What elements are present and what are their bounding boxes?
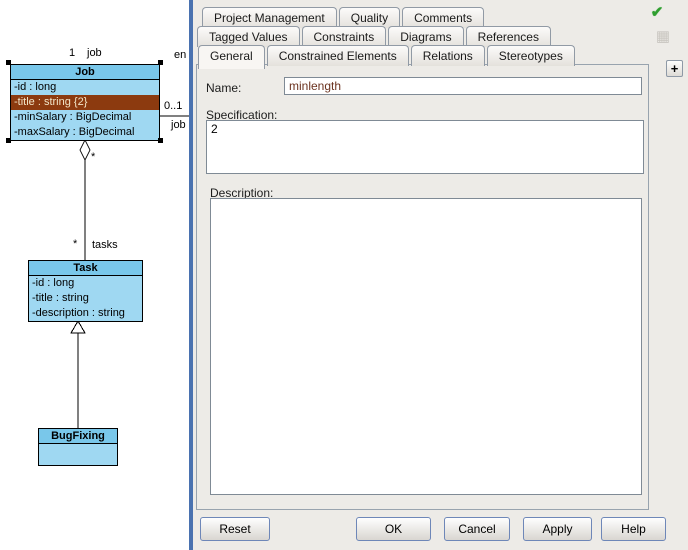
role-label[interactable]: job	[171, 119, 186, 131]
attribute-row[interactable]: -id : long	[11, 80, 159, 95]
selection-handle[interactable]	[6, 138, 11, 143]
selection-handle[interactable]	[158, 138, 163, 143]
tab-constrained-elements[interactable]: Constrained Elements	[267, 45, 409, 66]
validate-icon[interactable]: ✔	[648, 5, 666, 23]
role-label[interactable]: tasks	[92, 239, 118, 251]
bugfixing-class[interactable]: BugFixing	[38, 428, 118, 466]
tab-diagrams[interactable]: Diagrams	[388, 26, 463, 47]
tab-row-middle: Tagged Values Constraints Diagrams Refer…	[197, 26, 551, 47]
description-input[interactable]	[210, 198, 642, 495]
properties-panel: Project Management Quality Comments Tagg…	[193, 0, 688, 550]
tab-quality[interactable]: Quality	[339, 7, 400, 28]
reset-button[interactable]: Reset	[200, 517, 270, 541]
help-button[interactable]: Help	[601, 517, 666, 541]
attribute-row[interactable]: -description : string	[29, 306, 142, 321]
tab-project-management[interactable]: Project Management	[202, 7, 337, 28]
tab-tagged-values[interactable]: Tagged Values	[197, 26, 300, 47]
tab-row-top: Project Management Quality Comments	[202, 7, 484, 28]
attribute-row-selected[interactable]: -title : string {2}	[11, 95, 159, 110]
attribute-row[interactable]: -minSalary : BigDecimal	[11, 110, 159, 125]
name-label: Name:	[206, 81, 241, 95]
clipped-edge-label[interactable]: en	[174, 49, 186, 61]
add-button[interactable]: +	[666, 60, 683, 77]
attribute-row[interactable]: -title : string	[29, 291, 142, 306]
selection-handle[interactable]	[6, 60, 11, 65]
tab-constraints[interactable]: Constraints	[302, 26, 387, 47]
diagram-canvas[interactable]: 1 job en 0..1 job * * tasks Job -id : lo…	[0, 0, 190, 550]
tab-stereotypes[interactable]: Stereotypes	[487, 45, 575, 66]
job-class[interactable]: Job -id : long -title : string {2} -minS…	[10, 64, 160, 141]
class-name[interactable]: Job	[11, 65, 159, 80]
tab-references[interactable]: References	[466, 26, 551, 47]
name-input[interactable]	[284, 77, 642, 95]
multiplicity-label[interactable]: 0..1	[164, 100, 182, 112]
class-name[interactable]: BugFixing	[39, 429, 117, 444]
class-name[interactable]: Task	[29, 261, 142, 276]
role-label[interactable]: job	[87, 47, 102, 59]
ok-button[interactable]: OK	[356, 517, 431, 541]
cancel-button[interactable]: Cancel	[444, 517, 510, 541]
generalization-triangle	[71, 321, 85, 333]
apply-button[interactable]: Apply	[523, 517, 592, 541]
task-class[interactable]: Task -id : long -title : string -descrip…	[28, 260, 143, 322]
selection-handle[interactable]	[158, 60, 163, 65]
attribute-row[interactable]: -maxSalary : BigDecimal	[11, 125, 159, 140]
multiplicity-label[interactable]: *	[91, 151, 95, 163]
attribute-row[interactable]: -id : long	[29, 276, 142, 291]
tab-comments[interactable]: Comments	[402, 7, 484, 28]
tab-general[interactable]: General	[198, 45, 265, 69]
specification-input[interactable]: 2	[206, 120, 644, 174]
tab-row-bottom: General Constrained Elements Relations S…	[198, 45, 575, 66]
clipboard-icon: ▦	[654, 29, 672, 47]
tab-relations[interactable]: Relations	[411, 45, 485, 66]
multiplicity-label[interactable]: *	[73, 238, 77, 250]
aggregation-diamond	[80, 140, 90, 160]
multiplicity-label[interactable]: 1	[69, 47, 75, 59]
